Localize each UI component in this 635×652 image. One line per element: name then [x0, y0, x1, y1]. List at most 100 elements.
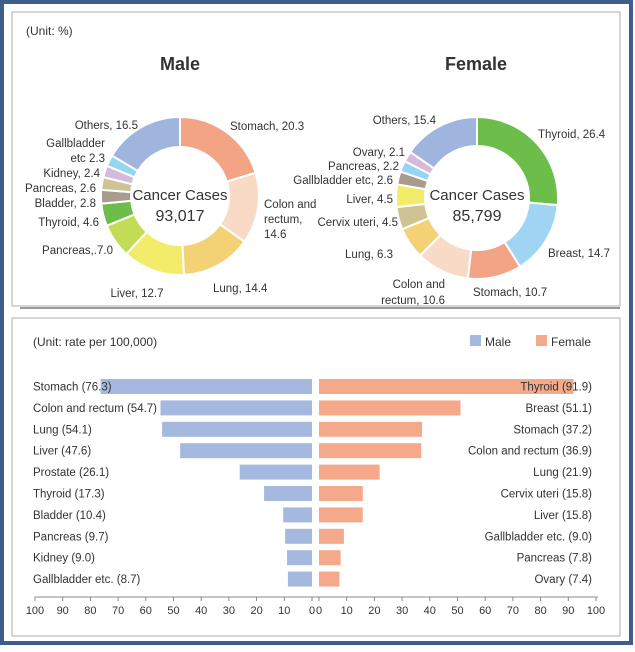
x-tick-label: 50	[451, 605, 463, 617]
x-tick-label: 70	[507, 605, 519, 617]
bar-male	[285, 528, 312, 544]
slice-label: Colon and	[393, 279, 445, 291]
legend-label-male: Male	[485, 335, 511, 349]
slice-label: 14.6	[264, 229, 286, 241]
slice-label: Thyroid, 4.6	[38, 217, 99, 229]
bar-female	[319, 528, 344, 544]
bar-label-male: Liver (47.6)	[33, 446, 91, 458]
bar-label-female: Pancreas (7.8)	[517, 553, 593, 565]
slice-label: rectum,	[264, 214, 302, 226]
slice-label: Pancreas, 2.2	[328, 161, 399, 173]
slice-label: Colon and	[264, 199, 316, 211]
slice-label: etc 2.3	[70, 153, 105, 165]
male-center-value: 93,017	[156, 208, 205, 225]
bar-male	[283, 507, 312, 523]
bar-label-female: Thyroid (91.9)	[520, 382, 592, 394]
legend-label-female: Female	[551, 335, 591, 349]
bar-female	[319, 464, 380, 480]
bar-male	[264, 486, 312, 501]
x-tick-label: 90	[562, 605, 574, 617]
bar-label-male: Bladder (10.4)	[33, 510, 106, 522]
male-center-label: Cancer Cases	[132, 187, 227, 204]
female-center-label: Cancer Cases	[429, 187, 524, 204]
female-center-value: 85,799	[453, 208, 502, 225]
slice-label: Gallbladder etc, 2.6	[293, 175, 393, 187]
female-donut-title: Female	[445, 54, 507, 74]
cancer-statistics-figure: (Unit: %) Male Female Stomach, 20.3 Colon…	[0, 0, 633, 645]
bar-male	[100, 379, 312, 394]
bar-label-female: Gallbladder etc. (9.0)	[485, 531, 593, 543]
x-tick-label: 0	[316, 605, 322, 617]
x-tick-label: 0	[309, 605, 315, 617]
x-tick-label: 60	[479, 605, 491, 617]
bar-male	[239, 464, 312, 480]
bar-label-male: Colon and rectum (54.7)	[33, 403, 157, 415]
bar-male	[162, 421, 312, 437]
x-tick-label: 20	[250, 605, 262, 617]
legend-swatch-female	[536, 335, 547, 346]
slice-label: Liver, 12.7	[110, 288, 163, 300]
legend-swatch-male	[470, 335, 481, 346]
slice-label: Ovary, 2.1	[353, 147, 405, 159]
x-tick-label: 20	[368, 605, 380, 617]
bar-female	[319, 443, 422, 459]
x-tick-label: 30	[396, 605, 408, 617]
slice-label: Stomach, 10.7	[473, 287, 547, 299]
slice-label: Bladder, 2.8	[35, 198, 96, 210]
slice-label: Lung, 14.4	[213, 283, 268, 295]
bar-label-female: Breast (51.1)	[526, 403, 593, 415]
bar-label-female: Ovary (7.4)	[534, 574, 592, 586]
bar-female	[319, 421, 423, 437]
slice-label: Others, 16.5	[75, 120, 138, 132]
x-tick-label: 40	[195, 605, 207, 617]
slice-label: Kidney, 2.4	[43, 168, 100, 180]
male-donut-title: Male	[160, 54, 200, 74]
bar-female	[319, 550, 341, 566]
x-tick-label: 90	[57, 605, 69, 617]
slice-label: Cervix uteri, 4.5	[317, 217, 398, 229]
bar-label-male: Pancreas (9.7)	[33, 531, 109, 543]
unit-label-bottom: (Unit: rate per 100,000)	[33, 335, 157, 349]
x-tick-label: 50	[167, 605, 179, 617]
x-tick-label: 40	[424, 605, 436, 617]
bar-male	[287, 571, 312, 587]
x-tick-label: 100	[587, 605, 605, 617]
slice-label: Thyroid, 26.4	[538, 129, 606, 141]
bar-label-male: Lung (54.1)	[33, 424, 92, 436]
bar-female	[319, 400, 461, 416]
x-tick-label: 80	[84, 605, 96, 617]
x-tick-label: 80	[534, 605, 546, 617]
bar-label-female: Colon and rectum (36.9)	[468, 446, 592, 458]
slice-label: Stomach, 20.3	[230, 121, 304, 133]
bar-label-male: Thyroid (17.3)	[33, 489, 105, 501]
slice-label: Lung, 6.3	[345, 249, 393, 261]
x-tick-label: 70	[112, 605, 124, 617]
bar-male	[160, 400, 312, 416]
bar-label-female: Cervix uteri (15.8)	[501, 489, 593, 501]
bar-label-male: Gallbladder etc. (8.7)	[33, 574, 141, 586]
x-tick-label: 10	[341, 605, 353, 617]
bar-female	[319, 507, 363, 523]
bar-label-male: Prostate (26.1)	[33, 467, 109, 479]
bar-female	[319, 571, 340, 587]
bar-label-female: Lung (21.9)	[533, 467, 592, 479]
x-tick-label: 100	[26, 605, 44, 617]
bar-label-female: Liver (15.8)	[534, 510, 592, 522]
x-tick-label: 60	[140, 605, 152, 617]
bar-male	[180, 443, 312, 459]
slice-label: Others, 15.4	[373, 115, 437, 127]
bar-label-male: Kidney (9.0)	[33, 553, 95, 565]
slice-label: Pancreas,.7.0	[42, 245, 113, 257]
bar-label-female: Stomach (37.2)	[513, 424, 592, 436]
bar-label-male: Stomach (76.3)	[33, 382, 112, 394]
slice-label: Liver, 4.5	[346, 194, 393, 206]
slice-label: Gallbladder	[46, 138, 105, 150]
x-tick-label: 30	[223, 605, 235, 617]
x-tick-label: 10	[278, 605, 290, 617]
slice-label: Pancreas, 2.6	[25, 183, 96, 195]
bar-male	[287, 550, 312, 566]
bar-female	[319, 486, 363, 501]
slice-label: Breast, 14.7	[548, 248, 610, 260]
slice-label: rectum, 10.6	[381, 295, 445, 307]
unit-label-top: (Unit: %)	[26, 24, 73, 38]
